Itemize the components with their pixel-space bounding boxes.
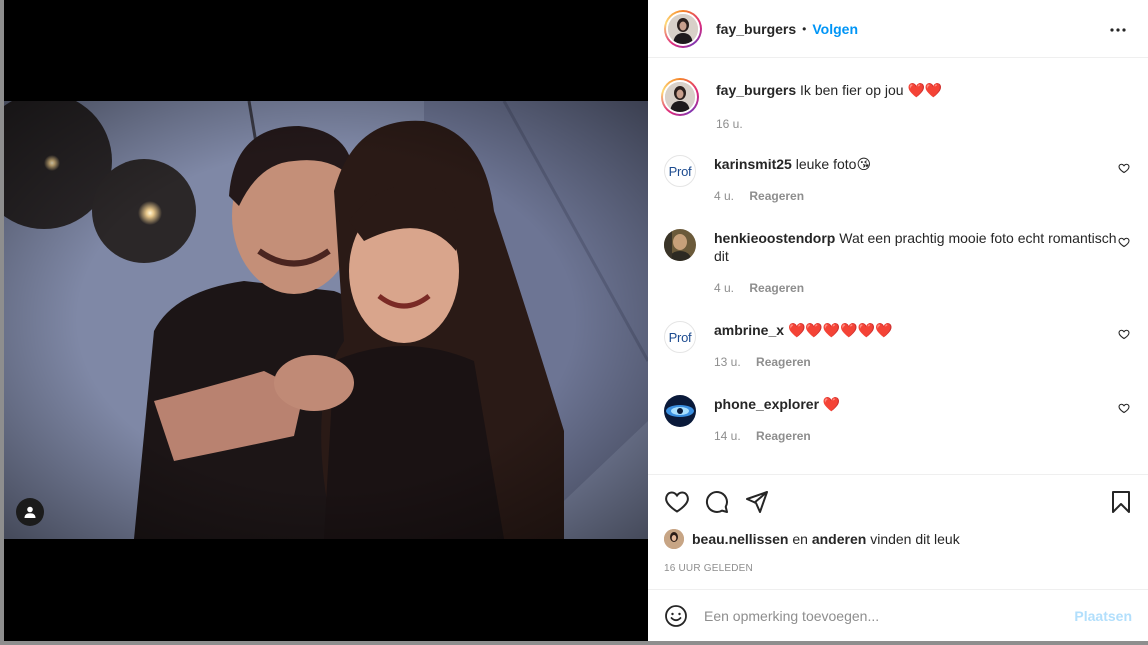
comment-like-heart-icon[interactable] [1118,401,1132,415]
separator-dot: • [802,21,807,36]
avatar-placeholder-text: Prof [668,329,692,345]
comment-avatar[interactable]: Prof [664,155,696,187]
comment-emoji: ❤️ [822,396,841,412]
reply-button[interactable]: Reageren [756,429,811,443]
comment-row: phone_explorer ❤️ 14 u. Reageren [664,395,1132,445]
comment-row: henkieoostendorp Wat een prachtig mooie … [664,229,1132,297]
post-actions-bar [648,474,1148,524]
comment-text: leuke foto [795,156,857,172]
comment-like-heart-icon[interactable] [1118,235,1132,249]
comment-like-heart-icon[interactable] [1118,161,1132,175]
post-media [4,0,648,641]
reply-button[interactable]: Reageren [756,355,811,369]
add-comment-bar: Plaatsen [648,589,1148,641]
comment-username[interactable]: ambrine_x [714,322,784,338]
likes-connector: en [792,531,808,547]
author-username[interactable]: fay_burgers [716,21,796,37]
comment-age[interactable]: 13 u. [714,355,741,369]
comment-avatar[interactable] [664,395,696,427]
comment-bubble-icon[interactable] [704,489,730,515]
caption-row: fay_burgers Ik ben fier op jou ❤️❤️ 16 u… [661,78,1132,133]
post-photo[interactable] [4,101,648,539]
author-avatar[interactable] [664,9,702,48]
comment-emoji: ❤️❤️❤️❤️❤️❤️ [787,322,893,338]
likes-summary: beau.nellissen en anderen vinden dit leu… [664,529,960,549]
caption-emoji: ❤️❤️ [907,82,943,98]
caption-avatar[interactable] [661,78,699,116]
comment-username[interactable]: henkieoostendorp [714,230,835,246]
likes-others-link[interactable]: anderen [812,531,866,547]
comment-avatar[interactable]: Prof [664,321,696,353]
more-horizontal-icon[interactable] [1106,18,1130,42]
comments-list[interactable]: fay_burgers Ik ben fier op jou ❤️❤️ 16 u… [648,59,1148,474]
comment-row: Prof ambrine_x ❤️❤️❤️❤️❤️❤️ 13 u. Reager… [664,321,1132,371]
reply-button[interactable]: Reageren [749,189,804,203]
liker-avatar[interactable] [664,529,684,549]
caption-username[interactable]: fay_burgers [716,82,796,98]
follow-button[interactable]: Volgen [812,21,858,37]
post-detail-panel: fay_burgers • Volgen fay_burgers Ik ben … [648,0,1148,641]
comment-username[interactable]: karinsmit25 [714,156,792,172]
reply-button[interactable]: Reageren [749,281,804,295]
comment-like-heart-icon[interactable] [1118,327,1132,341]
comment-row: Prof karinsmit25 leuke foto😘 4 u. Reager… [664,155,1132,205]
likes-suffix: vinden dit leuk [870,531,960,547]
comment-age[interactable]: 4 u. [714,189,734,203]
post-timestamp[interactable]: 16 UUR GELEDEN [664,563,753,574]
comment-avatar[interactable] [664,229,696,261]
like-heart-icon[interactable] [664,489,690,515]
share-send-icon[interactable] [744,489,770,515]
comment-emoji: 😘 [856,156,872,172]
comment-age[interactable]: 14 u. [714,429,741,443]
caption-age[interactable]: 16 u. [716,117,743,131]
bookmark-icon[interactable] [1108,489,1134,515]
avatar-placeholder-text: Prof [668,163,692,179]
tagged-user-icon[interactable] [16,498,44,526]
emoji-icon[interactable] [664,604,688,628]
comment-input[interactable] [704,607,1075,624]
comment-username[interactable]: phone_explorer [714,396,819,412]
caption-text: Ik ben fier op jou [800,82,904,98]
post-header: fay_burgers • Volgen [648,0,1148,58]
comment-age[interactable]: 4 u. [714,281,734,295]
liker-username[interactable]: beau.nellissen [692,531,788,547]
post-comment-button[interactable]: Plaatsen [1074,608,1132,624]
